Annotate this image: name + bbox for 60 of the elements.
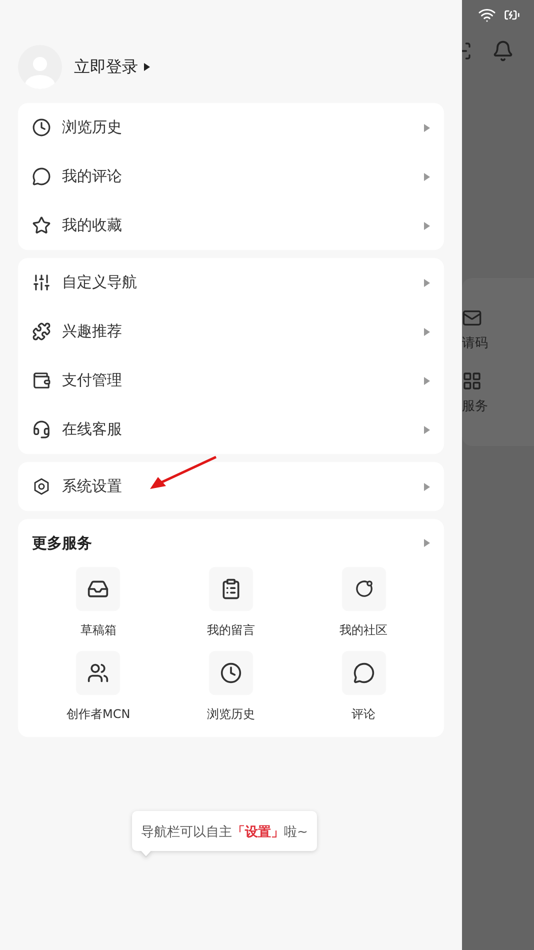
- caret-icon: [424, 124, 430, 132]
- caret-icon: [424, 222, 430, 230]
- caret-icon: [424, 278, 430, 286]
- chat-bubble-icon: [352, 662, 375, 684]
- bell-icon: [492, 40, 514, 62]
- service-label: 评论: [352, 706, 376, 723]
- wifi-icon: [478, 6, 496, 24]
- menu-item[interactable]: 系统设置: [18, 462, 444, 511]
- login-button[interactable]: 立即登录: [74, 54, 150, 78]
- caret-icon: [424, 172, 430, 180]
- inbox-icon: [87, 578, 110, 600]
- service-label: 我的留言: [206, 622, 255, 639]
- background-label: 请码: [462, 334, 488, 352]
- envelope-icon: [462, 308, 482, 328]
- chat-bubble-icon: [32, 167, 51, 186]
- menu-item-label: 我的评论: [62, 166, 123, 188]
- caret-icon: [424, 328, 430, 336]
- service-label: 我的社区: [340, 622, 388, 639]
- service-item[interactable]: 草稿箱: [32, 567, 165, 639]
- service-label: 草稿箱: [80, 622, 116, 639]
- menu-item-label: 自定义导航: [62, 272, 138, 294]
- service-label: 浏览历史: [206, 706, 255, 723]
- service-label: 创作者MCN: [66, 706, 130, 723]
- service-item[interactable]: 评论: [297, 651, 430, 723]
- puzzle-icon: [32, 322, 51, 341]
- tooltip-text: 导航栏可以自主「设置」啦~: [141, 825, 308, 840]
- menu-item[interactable]: 在线客服: [18, 405, 444, 454]
- settings-icon: [32, 477, 51, 496]
- service-item[interactable]: 我的社区: [297, 567, 430, 639]
- menu-item-label: 兴趣推荐: [62, 321, 123, 342]
- menu-item[interactable]: 我的评论: [18, 152, 444, 201]
- caret-icon: [424, 426, 430, 434]
- menu-item-label: 支付管理: [62, 370, 123, 392]
- wallet-icon: [32, 371, 51, 390]
- background-label: 服务: [462, 398, 488, 416]
- grid-icon: [462, 371, 482, 391]
- users-icon: [87, 662, 110, 684]
- sliders-icon: [32, 273, 51, 292]
- annotation-arrow-icon: [148, 455, 218, 491]
- service-item[interactable]: 浏览历史: [164, 651, 298, 723]
- menu-item-label: 在线客服: [62, 419, 123, 440]
- caret-icon: [424, 539, 430, 547]
- menu-item[interactable]: 支付管理: [18, 356, 444, 405]
- menu-item-label: 浏览历史: [62, 117, 123, 138]
- headset-icon: [32, 420, 51, 439]
- menu-item[interactable]: 自定义导航: [18, 258, 444, 307]
- menu-item-label: 我的收藏: [62, 215, 123, 236]
- caret-icon: [424, 482, 430, 490]
- caret-icon: [424, 376, 430, 384]
- section-title: 更多服务: [32, 532, 93, 554]
- clock-icon: [220, 662, 242, 684]
- star-icon: [32, 216, 51, 235]
- clock-icon: [32, 118, 51, 137]
- service-item[interactable]: 创作者MCN: [32, 651, 165, 723]
- menu-item[interactable]: 浏览历史: [18, 103, 444, 152]
- menu-item-label: 系统设置: [62, 476, 123, 498]
- menu-item[interactable]: 我的收藏: [18, 201, 444, 250]
- service-item[interactable]: 我的留言: [164, 567, 298, 639]
- menu-item[interactable]: 兴趣推荐: [18, 307, 444, 356]
- caret-icon: [144, 62, 150, 70]
